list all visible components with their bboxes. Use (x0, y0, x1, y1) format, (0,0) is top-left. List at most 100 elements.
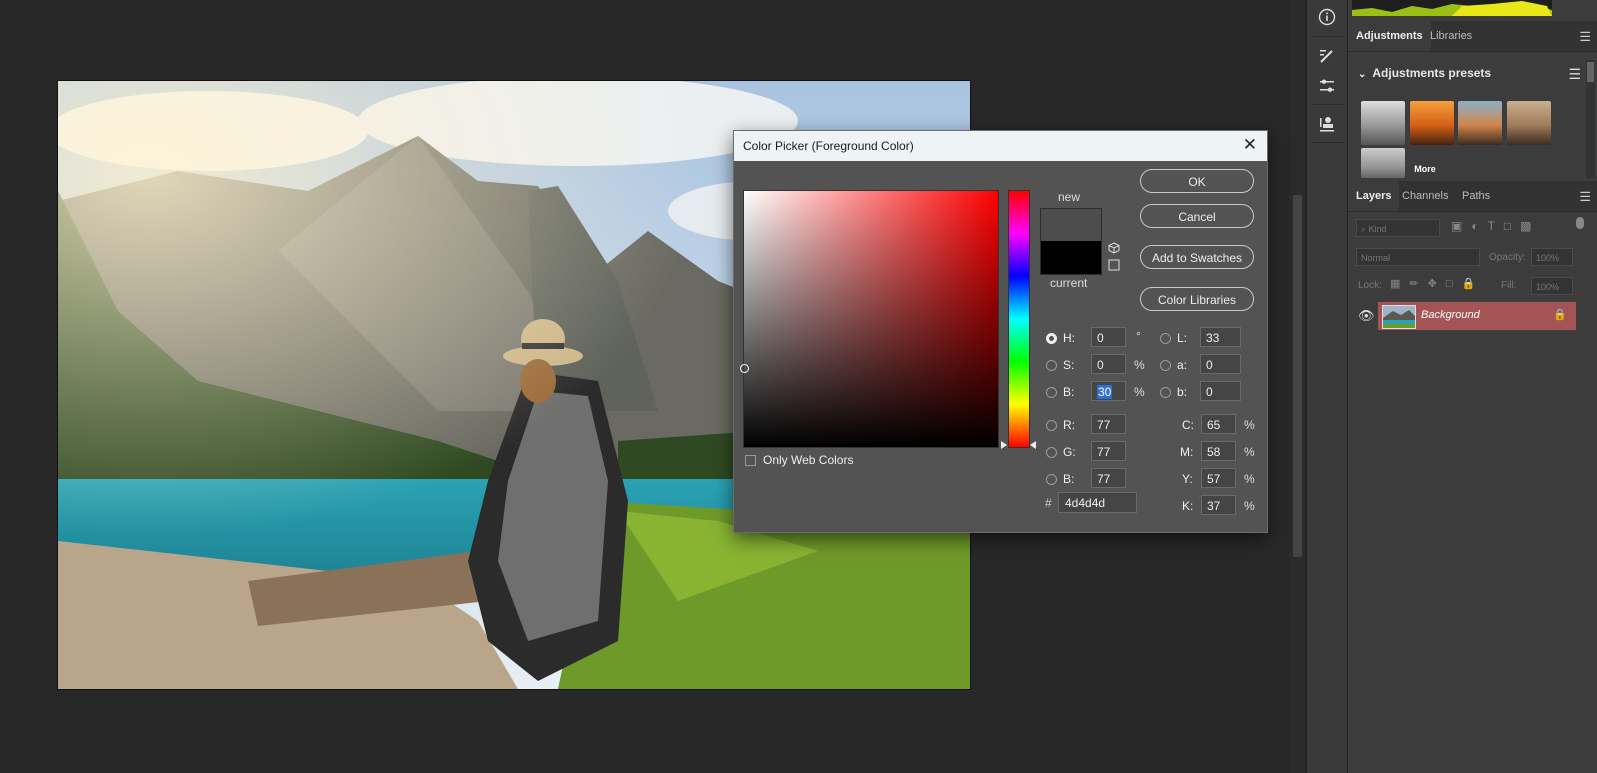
search-icon: ⌕ (1361, 224, 1369, 234)
s-field[interactable]: 0 (1091, 354, 1126, 374)
current-color-swatch[interactable] (1040, 241, 1102, 275)
fill-field[interactable]: 100% (1531, 277, 1573, 295)
k-label: K: (1182, 499, 1194, 513)
preset-thumbnail[interactable] (1458, 101, 1502, 145)
adjustments-presets-label: Adjustments presets (1372, 66, 1492, 80)
info-icon[interactable] (1315, 5, 1339, 29)
preset-thumbnail[interactable] (1410, 101, 1454, 145)
only-web-colors-label: Only Web Colors (763, 453, 854, 467)
adjustments-sliders-icon[interactable] (1315, 74, 1339, 98)
y-unit: % (1244, 472, 1255, 486)
adjustments-presets-header[interactable]: ⌄ Adjustments presets (1358, 66, 1491, 80)
fill-label: Fill: (1501, 280, 1517, 291)
filter-toggle-icon[interactable] (1576, 217, 1584, 229)
color-libraries-button[interactable]: Color Libraries (1140, 287, 1254, 311)
lock-icon: 🔒 (1553, 309, 1567, 321)
blue-field[interactable]: 77 (1091, 468, 1126, 488)
c-unit: % (1244, 418, 1255, 432)
layer-filter-kind[interactable]: ⌕ Kind (1356, 219, 1440, 237)
b-radio[interactable] (1046, 387, 1057, 398)
dialog-title-bar[interactable]: Color Picker (Foreground Color) ✕ (734, 131, 1267, 161)
a-radio[interactable] (1160, 360, 1171, 371)
new-color-swatch (1040, 208, 1102, 242)
l-radio[interactable] (1160, 333, 1171, 344)
opacity-label: Opacity: (1489, 252, 1526, 263)
l-label: L: (1177, 331, 1188, 345)
g-radio[interactable] (1046, 447, 1057, 458)
g-label: G: (1063, 445, 1076, 459)
hue-slider[interactable] (1008, 190, 1030, 448)
k-unit: % (1244, 499, 1255, 513)
h-unit: ° (1136, 329, 1141, 343)
h-field[interactable]: 0 (1091, 327, 1126, 347)
gamut-cube-icon[interactable] (1108, 242, 1120, 257)
add-to-swatches-button[interactable]: Add to Swatches (1140, 245, 1254, 269)
histogram-preview (1352, 0, 1552, 16)
a-field[interactable]: 0 (1200, 354, 1241, 374)
web-safe-square-icon[interactable] (1108, 259, 1120, 274)
tab-paths[interactable]: Paths (1454, 181, 1498, 211)
layers-panel-menu-icon[interactable]: ☰ (1579, 189, 1591, 205)
filter-icons: ▣◐T□▩ (1451, 219, 1541, 233)
only-web-colors-checkbox[interactable] (745, 455, 756, 466)
color-picker-dialog: Color Picker (Foreground Color) ✕ new cu… (733, 130, 1268, 533)
y-field[interactable]: 57 (1201, 468, 1236, 488)
color-selection-marker[interactable] (740, 364, 749, 373)
b-field-value: 30 (1097, 385, 1113, 399)
saturation-brightness-field[interactable] (740, 190, 999, 448)
preset-thumbnail[interactable] (1507, 101, 1551, 145)
tab-layers[interactable]: Layers (1348, 181, 1400, 211)
new-color-label: new (1058, 190, 1081, 204)
preset-thumbnail[interactable] (1361, 148, 1405, 178)
h-radio[interactable] (1046, 333, 1057, 344)
tab-channels[interactable]: Channels (1394, 181, 1456, 211)
opacity-field[interactable]: 100% (1531, 248, 1573, 266)
brush-settings-icon[interactable] (1315, 44, 1339, 68)
layer-row-background[interactable]: Background 🔒 (1378, 302, 1576, 330)
h-label: H: (1063, 331, 1075, 345)
chevron-down-icon: ⌄ (1358, 69, 1367, 80)
hue-slider-left-arrow-icon[interactable] (1001, 441, 1007, 449)
presets-scrollbar[interactable] (1586, 60, 1595, 178)
hex-field[interactable]: 4d4d4d (1058, 492, 1137, 513)
l-field[interactable]: 33 (1200, 327, 1241, 347)
layer-name: Background (1421, 309, 1480, 321)
lock-label: Lock: (1358, 280, 1382, 291)
r-radio[interactable] (1046, 420, 1057, 431)
kind-label: Kind (1368, 224, 1387, 234)
panel-menu-icon[interactable]: ☰ (1579, 29, 1591, 45)
eye-icon[interactable]: 👁 (1358, 308, 1375, 324)
lab-b-label: b: (1177, 385, 1188, 399)
canvas-vertical-scrollbar[interactable] (1290, 0, 1305, 773)
tab-adjustments[interactable]: Adjustments (1348, 21, 1431, 51)
r-field[interactable]: 77 (1091, 414, 1126, 434)
close-icon[interactable]: ✕ (1243, 135, 1257, 155)
hue-slider-right-arrow-icon[interactable] (1030, 441, 1036, 449)
k-field[interactable]: 37 (1201, 495, 1236, 515)
m-field[interactable]: 58 (1201, 441, 1236, 461)
list-view-icon[interactable]: ☰ (1568, 66, 1581, 83)
adjustments-tabs: Adjustments Libraries ☰ (1348, 21, 1597, 52)
layer-thumbnail (1382, 305, 1416, 329)
g-field[interactable]: 77 (1091, 441, 1126, 461)
scrollbar-thumb[interactable] (1293, 195, 1302, 557)
blue-radio[interactable] (1046, 474, 1057, 485)
blend-mode-select[interactable]: Normal (1356, 248, 1480, 266)
dialog-title: Color Picker (Foreground Color) (743, 139, 914, 153)
c-field[interactable]: 65 (1201, 414, 1236, 434)
more-presets-button[interactable]: More (1403, 148, 1447, 178)
cancel-button[interactable]: Cancel (1140, 204, 1254, 228)
lab-b-radio[interactable] (1160, 387, 1171, 398)
b-unit: % (1134, 385, 1145, 399)
tab-libraries[interactable]: Libraries (1422, 21, 1480, 51)
c-label: C: (1182, 418, 1194, 432)
blue-label: B: (1063, 472, 1075, 486)
lab-b-field[interactable]: 0 (1200, 381, 1241, 401)
ok-button[interactable]: OK (1140, 169, 1254, 193)
clone-source-icon[interactable] (1315, 112, 1339, 136)
r-label: R: (1063, 418, 1075, 432)
s-radio[interactable] (1046, 360, 1057, 371)
preset-thumbnail[interactable] (1361, 101, 1405, 145)
b-field[interactable]: 30 (1091, 381, 1126, 401)
s-unit: % (1134, 358, 1145, 372)
